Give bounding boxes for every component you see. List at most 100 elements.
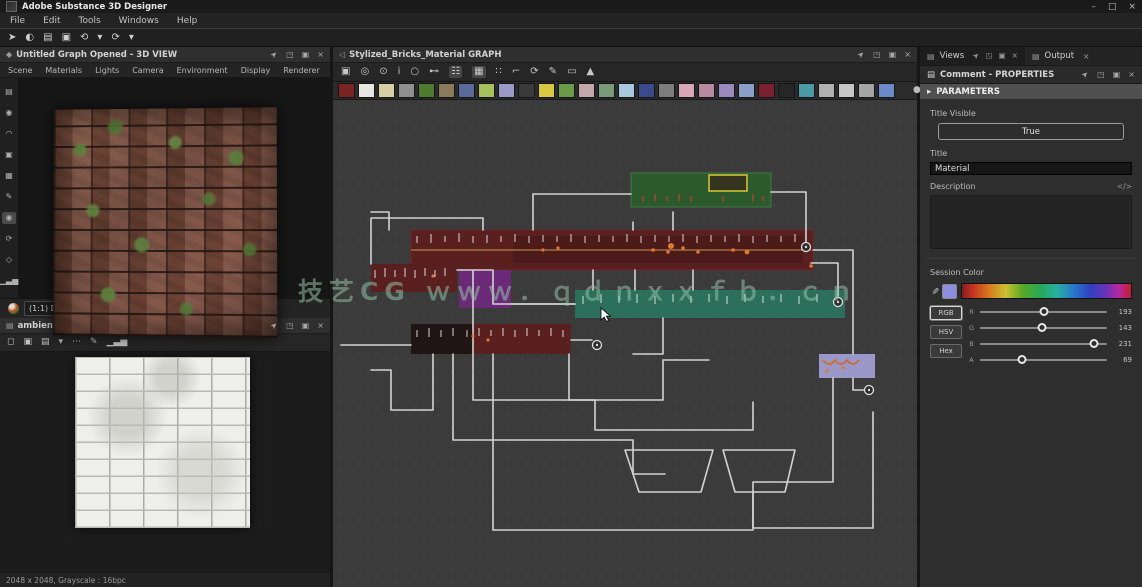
shelf-node-thumbnail[interactable]: [838, 83, 855, 98]
yellow-highlight-node[interactable]: [709, 175, 747, 191]
view3d-menu-item-environment[interactable]: Environment: [177, 66, 228, 75]
view3d-menu-item-camera[interactable]: Camera: [132, 66, 163, 75]
teal-band-frame[interactable]: [575, 290, 845, 318]
3d-box-icon[interactable]: ▦: [2, 170, 16, 182]
float-icon[interactable]: ◳: [985, 52, 992, 60]
camera-icon[interactable]: ◉: [2, 212, 16, 224]
close-icon[interactable]: ×: [1012, 52, 1018, 60]
link-icon[interactable]: ◎: [360, 67, 369, 77]
view3d-menu-item-renderer[interactable]: Renderer: [283, 66, 320, 75]
title-visible-toggle[interactable]: True: [938, 123, 1124, 140]
shelf-node-thumbnail[interactable]: [638, 83, 655, 98]
view3d-menu-item-scene[interactable]: Scene: [8, 66, 32, 75]
float-icon[interactable]: ◳: [1097, 71, 1105, 79]
slider-handle[interactable]: [1039, 307, 1048, 316]
histogram-icon[interactable]: ▁▃▅: [2, 275, 16, 287]
shelf-node-thumbnail[interactable]: [578, 83, 595, 98]
circle-tool-icon[interactable]: ○: [410, 67, 419, 77]
color-mode-rgb-button[interactable]: RGB: [930, 306, 962, 320]
view3d-menu-item-display[interactable]: Display: [241, 66, 271, 75]
pen-tool-icon[interactable]: ✎: [549, 67, 557, 77]
view2d-viewport[interactable]: [0, 352, 330, 572]
shelf-node-thumbnail[interactable]: [818, 83, 835, 98]
close-icon[interactable]: ×: [1083, 52, 1089, 61]
histogram-icon[interactable]: ▁▃▅: [107, 338, 128, 347]
slider-handle[interactable]: [1017, 355, 1026, 364]
shelf-node-thumbnail[interactable]: [698, 83, 715, 98]
frame-icon[interactable]: ▭: [567, 67, 576, 77]
grid-table-icon[interactable]: ▦: [472, 66, 485, 78]
panel-icon[interactable]: ▤: [2, 86, 16, 98]
close-icon[interactable]: ×: [904, 51, 911, 59]
code-view-icon[interactable]: </>: [1117, 182, 1132, 191]
menu-item-tools[interactable]: Tools: [79, 16, 101, 26]
info-icon[interactable]: i: [398, 67, 401, 77]
view3d-menu-item-lights[interactable]: Lights: [95, 66, 119, 75]
snapshot-icon[interactable]: ▣: [2, 149, 16, 161]
color-mode-hex-button[interactable]: Hex: [930, 344, 962, 358]
shelf-node-thumbnail[interactable]: [798, 83, 815, 98]
pin-icon[interactable]: ➤: [270, 49, 280, 59]
maximize-button[interactable]: □: [1108, 2, 1117, 12]
color-mode-hsv-button[interactable]: HSV: [930, 325, 962, 339]
shelf-node-thumbnail[interactable]: [718, 83, 735, 98]
purple-node[interactable]: [459, 270, 511, 308]
slope-icon[interactable]: ✎: [90, 338, 98, 347]
gem-icon[interactable]: ◇: [2, 254, 16, 266]
back-icon[interactable]: ◁: [339, 50, 345, 59]
pen-icon[interactable]: ✎: [2, 191, 16, 203]
options-icon[interactable]: ▣: [999, 52, 1006, 60]
reset-rotation-icon[interactable]: ⟳: [2, 233, 16, 245]
shelf-node-thumbnail[interactable]: [598, 83, 615, 98]
dark-node-cluster[interactable]: [411, 324, 473, 354]
shelf-node-thumbnail[interactable]: [618, 83, 635, 98]
pin-icon[interactable]: ➤: [1081, 69, 1091, 79]
pin-icon[interactable]: ➤: [857, 49, 867, 59]
view3d-menu-item-materials[interactable]: Materials: [45, 66, 82, 75]
record-icon[interactable]: ⊙: [379, 67, 387, 77]
color-slider[interactable]: [980, 311, 1107, 313]
minimize-button[interactable]: –: [1091, 2, 1096, 12]
shelf-node-thumbnail[interactable]: [438, 83, 455, 98]
shelf-node-thumbnail[interactable]: [658, 83, 675, 98]
color-slider[interactable]: [980, 327, 1107, 329]
save-icon[interactable]: ▣: [62, 33, 71, 43]
title-input[interactable]: [930, 162, 1132, 175]
menu-item-edit[interactable]: Edit: [43, 16, 60, 26]
options-icon[interactable]: ▣: [302, 322, 310, 330]
location-icon[interactable]: ◉: [2, 107, 16, 119]
fit-view-icon[interactable]: ◻: [7, 338, 14, 347]
environment-icon[interactable]: ◠: [2, 128, 16, 140]
save-image-icon[interactable]: ▣: [23, 338, 32, 347]
graph-canvas[interactable]: [333, 100, 917, 587]
slider-handle[interactable]: [1038, 323, 1047, 332]
redo-icon[interactable]: ⟳: [111, 33, 119, 43]
shelf-node-thumbnail[interactable]: [458, 83, 475, 98]
parameters-section-header[interactable]: ▸ PARAMETERS: [920, 84, 1142, 99]
beaker-icon[interactable]: ▲: [587, 67, 595, 77]
color-slider[interactable]: [980, 359, 1107, 361]
rotate-icon[interactable]: ⟳: [530, 67, 538, 77]
close-icon[interactable]: ×: [317, 51, 324, 59]
view3d-viewport[interactable]: ▤ ◉ ◠ ▣ ▦ ✎ ◉ ⟳ ◇ ▁▃▅: [0, 78, 330, 298]
dots-grid-icon[interactable]: ∷: [496, 67, 502, 77]
pointer-tool-icon[interactable]: ➤: [8, 33, 16, 43]
shelf-node-thumbnail[interactable]: [678, 83, 695, 98]
pin-icon[interactable]: ➤: [971, 51, 981, 61]
shelf-node-thumbnail[interactable]: [878, 83, 895, 98]
color-gradient-bar[interactable]: [961, 283, 1132, 299]
shelf-node-thumbnail[interactable]: [498, 83, 515, 98]
shelf-node-thumbnail[interactable]: [418, 83, 435, 98]
shelf-node-thumbnail[interactable]: [478, 83, 495, 98]
shelf-node-thumbnail[interactable]: [738, 83, 755, 98]
float-icon[interactable]: ◳: [873, 51, 881, 59]
close-button[interactable]: ×: [1128, 2, 1136, 12]
dropdown-icon[interactable]: ▾: [59, 338, 64, 347]
open-folder-icon[interactable]: ▤: [43, 33, 52, 43]
export-icon[interactable]: ▤: [41, 338, 50, 347]
tab-output[interactable]: ▤ Output ×: [1025, 47, 1096, 65]
close-icon[interactable]: ×: [1128, 71, 1135, 79]
shelf-node-thumbnail[interactable]: [398, 83, 415, 98]
nodes-icon[interactable]: ☷: [449, 66, 462, 78]
shelf-node-thumbnail[interactable]: [858, 83, 875, 98]
